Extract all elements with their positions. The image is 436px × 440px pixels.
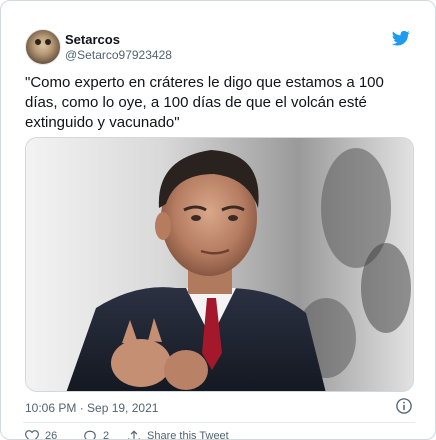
like-button[interactable]: 26 [25,429,75,440]
heart-icon [25,430,39,439]
avatar[interactable] [25,29,61,65]
tweet-card: Setarcos @Setarco97923428 "Como experto … [0,0,436,440]
tweet-header: Setarcos @Setarco97923428 [23,25,415,65]
info-icon[interactable] [395,397,413,415]
share-icon [128,430,140,439]
author-handle[interactable]: @Setarco97923428 [65,48,172,62]
twitter-bird-icon[interactable] [391,29,411,47]
divider [23,422,415,423]
reply-button[interactable]: 2 [83,429,123,440]
reply-count: 2 [103,430,110,440]
photo-man-in-suit [26,138,413,391]
tweet-timestamp[interactable]: 10:06 PM · Sep 19, 2021 [25,401,325,415]
share-label: Share this Tweet [147,430,229,440]
author-name[interactable]: Setarcos [65,32,120,47]
reply-icon [84,430,96,439]
share-button[interactable]: Share this Tweet [127,429,257,440]
tweet-text: "Como experto en cráteres le digo que es… [25,74,384,131]
tweet-photo[interactable] [25,137,414,392]
like-count: 26 [45,430,58,440]
